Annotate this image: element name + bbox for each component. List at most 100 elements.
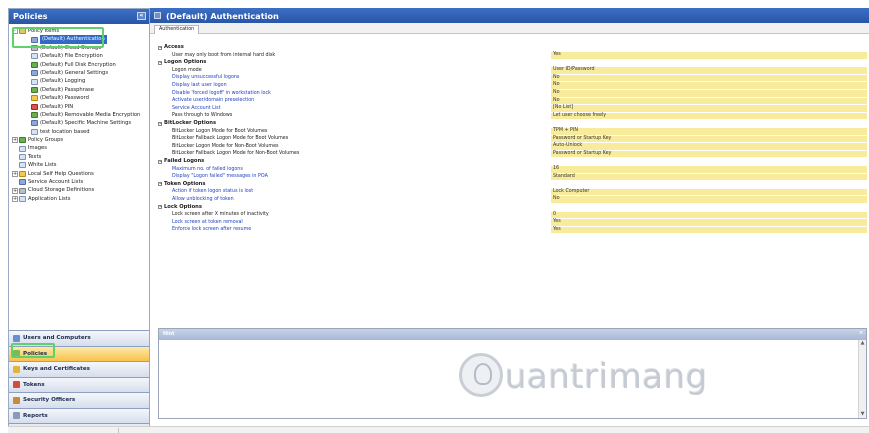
- tree-item[interactable]: (Default) General Settings: [9, 69, 149, 77]
- collapse-category-icon[interactable]: −: [158, 205, 162, 210]
- property-value[interactable]: User ID/Password: [551, 67, 867, 74]
- property-value[interactable]: No: [551, 74, 867, 82]
- machine-settings-icon: [31, 120, 38, 127]
- category-label: Token Options: [164, 180, 206, 187]
- tree-item[interactable]: (Default) Removable Media Encryption: [9, 111, 149, 119]
- expand-node-icon[interactable]: +: [12, 170, 18, 177]
- property-row[interactable]: BitLocker Fallback Logon Mode for Non-Bo…: [150, 150, 869, 158]
- property-value[interactable]: Password or Startup Key: [551, 135, 867, 143]
- property-row[interactable]: BitLocker Fallback Logon Mode for Boot V…: [150, 135, 869, 143]
- property-row[interactable]: BitLocker Logon Mode for Non-Boot Volume…: [150, 143, 869, 150]
- property-row[interactable]: Activate user/domain preselection No: [150, 97, 869, 105]
- property-row[interactable]: Lock screen at token removal Yes: [150, 219, 869, 226]
- tree-item-label: Policy Groups: [28, 137, 64, 144]
- right-pane-header: (Default) Authentication: [150, 8, 869, 23]
- property-value[interactable]: Standard: [551, 173, 867, 181]
- property-category[interactable]: − Token Options: [158, 181, 205, 188]
- property-row[interactable]: Lock screen after X minutes of inactivit…: [150, 211, 869, 219]
- property-value[interactable]: [No List]: [551, 105, 867, 112]
- property-value[interactable]: No: [551, 97, 867, 105]
- property-row[interactable]: Display unsuccessful logons No: [150, 74, 869, 82]
- property-row[interactable]: Display "Logon failed" messages in POA St…: [150, 173, 869, 181]
- tree-item[interactable]: Images: [9, 144, 149, 152]
- property-value[interactable]: Auto-Unlock: [551, 143, 867, 150]
- property-value[interactable]: TPM + PIN: [551, 127, 867, 135]
- tab-authentication[interactable]: Authentication: [154, 25, 200, 34]
- nav-button[interactable]: Keys and Certificates: [9, 361, 149, 377]
- tree-item-label: White Lists: [28, 162, 57, 169]
- hint-header: Hint ×: [159, 329, 866, 340]
- expand-node-icon[interactable]: +: [12, 196, 18, 202]
- property-category[interactable]: − Failed Logons: [158, 158, 204, 165]
- nav-button[interactable]: Reports: [9, 407, 149, 423]
- property-category[interactable]: − Lock Options: [158, 204, 202, 211]
- scroll-down-icon[interactable]: ▼: [859, 411, 866, 418]
- tree-item[interactable]: + Policy Groups: [9, 136, 149, 144]
- tree-item[interactable]: + Application Lists: [9, 195, 149, 203]
- tree-item[interactable]: test location based: [9, 128, 149, 136]
- hint-scrollbar[interactable]: ▲ ▼: [858, 340, 866, 418]
- property-value[interactable]: Let user choose freely: [551, 112, 867, 120]
- tree-item-label: Texts: [28, 153, 42, 160]
- tree-item[interactable]: (Default) Specific Machine Settings: [9, 119, 149, 127]
- property-value[interactable]: No: [551, 196, 867, 203]
- property-row[interactable]: Maximum no. of failed logons 16: [150, 165, 869, 173]
- property-row[interactable]: Pass through to Windows Let user choose f…: [150, 112, 869, 120]
- property-category[interactable]: − BitLocker Options: [158, 120, 216, 127]
- property-value[interactable]: 16: [551, 165, 867, 173]
- tree-item-label: (Default) Specific Machine Settings: [40, 120, 132, 127]
- property-row[interactable]: Enforce lock screen after resume Yes: [150, 226, 869, 234]
- tree-item[interactable]: + Cloud Storage Definitions: [9, 186, 149, 194]
- property-value[interactable]: 0: [551, 211, 867, 219]
- nav-button[interactable]: Security Officers: [9, 392, 149, 408]
- property-row[interactable]: Allow unblocking of token No: [150, 196, 869, 203]
- passphrase-icon: [31, 86, 38, 93]
- property-value[interactable]: Yes: [551, 51, 867, 59]
- property-row[interactable]: Action if token logon status is lost Lock…: [150, 188, 869, 196]
- close-icon[interactable]: ×: [859, 331, 864, 336]
- property-row[interactable]: Logon mode User ID/Password: [150, 67, 869, 74]
- policy-groups-icon: [19, 137, 26, 144]
- tree-item[interactable]: (Default) Full Disk Encryption: [9, 61, 149, 69]
- property-category[interactable]: − Logon Options: [158, 59, 206, 66]
- tree-item[interactable]: (Default) Passphrase: [9, 86, 149, 94]
- collapse-category-icon[interactable]: −: [158, 159, 162, 164]
- expand-node-icon[interactable]: +: [12, 187, 18, 194]
- tree-item[interactable]: (Default) PIN: [9, 103, 149, 111]
- property-value[interactable]: No: [551, 82, 867, 89]
- tree-item[interactable]: Service Account Lists: [9, 178, 149, 186]
- property-name: BitLocker Fallback Logon Mode for Boot V…: [172, 136, 289, 142]
- pin-icon[interactable]: [154, 12, 161, 19]
- tree-item[interactable]: (Default) Logging: [9, 77, 149, 85]
- collapse-category-icon[interactable]: −: [158, 182, 162, 187]
- property-value[interactable]: Lock Computer: [551, 188, 867, 196]
- collapse-pane-button[interactable]: «: [137, 12, 146, 20]
- tree-item[interactable]: White Lists: [9, 161, 149, 169]
- scroll-up-icon[interactable]: ▲: [859, 340, 866, 347]
- collapse-category-icon[interactable]: −: [158, 60, 162, 65]
- status-separator: [118, 428, 119, 433]
- tree-item[interactable]: (Default) Password: [9, 94, 149, 102]
- general-settings-icon: [31, 70, 38, 77]
- collapse-category-icon[interactable]: −: [158, 45, 162, 50]
- property-value[interactable]: Yes: [551, 226, 867, 234]
- left-pane-header: Policies «: [9, 9, 149, 24]
- tree-item-label: Local Self Help Questions: [28, 170, 94, 177]
- property-row[interactable]: Display last user logon No: [150, 82, 869, 89]
- property-row[interactable]: Service Account List [No List]: [150, 105, 869, 112]
- property-name: BitLocker Logon Mode for Boot Volumes: [172, 128, 268, 134]
- tree-item[interactable]: Texts: [9, 153, 149, 161]
- property-row[interactable]: BitLocker Logon Mode for Boot Volumes TPM…: [150, 127, 869, 135]
- tree-item[interactable]: + Local Self Help Questions: [9, 170, 149, 178]
- property-category[interactable]: − Access: [158, 44, 184, 51]
- property-value[interactable]: Password or Startup Key: [551, 150, 867, 158]
- tree-item[interactable]: (Default) File Encryption: [9, 52, 149, 60]
- nav-button[interactable]: Tokens: [9, 376, 149, 392]
- property-row[interactable]: Disable 'forced logoff' in workstation l…: [150, 89, 869, 97]
- property-row[interactable]: User may only boot from internal hard di…: [150, 51, 869, 59]
- expand-node-icon[interactable]: +: [12, 137, 18, 144]
- property-name: Lock screen after X minutes of inactivit…: [172, 212, 269, 218]
- property-value[interactable]: No: [551, 89, 867, 97]
- property-value[interactable]: Yes: [551, 219, 867, 226]
- collapse-category-icon[interactable]: −: [158, 121, 162, 126]
